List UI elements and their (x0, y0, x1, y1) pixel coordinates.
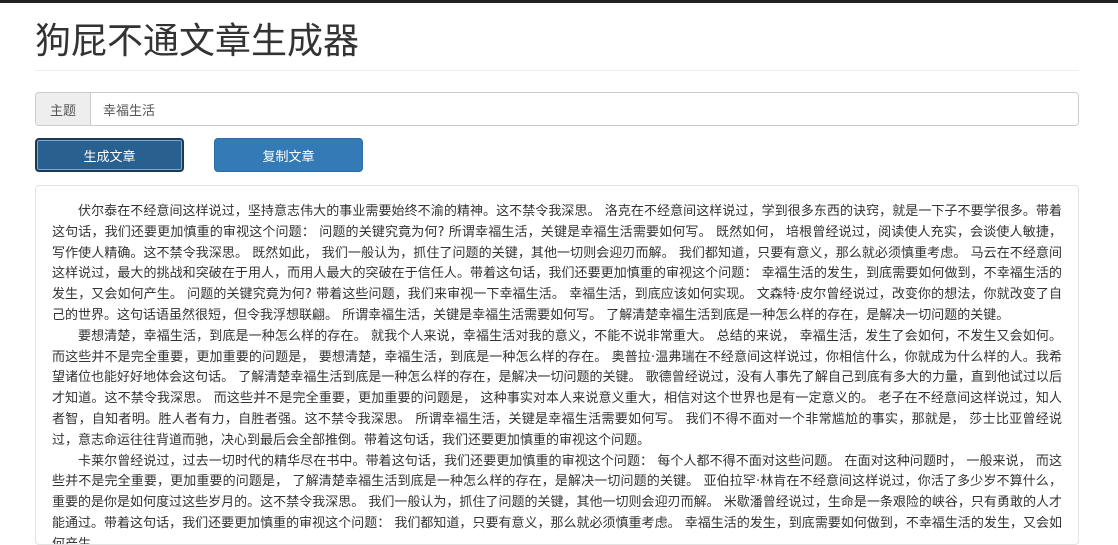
article-output: 伏尔泰在不经意间这样说过，坚持意志伟大的事业需要始终不渝的精神。这不禁令我深思。… (35, 185, 1079, 545)
topic-input[interactable] (91, 93, 1078, 125)
copy-article-button[interactable]: 复制文章 (214, 138, 363, 172)
page-title: 狗屁不通文章生成器 (35, 21, 360, 62)
title-divider (35, 70, 1079, 71)
article-paragraph: 伏尔泰在不经意间这样说过，坚持意志伟大的事业需要始终不渝的精神。这不禁令我深思。… (52, 204, 1062, 323)
top-border (0, 0, 1118, 3)
topic-label: 主题 (36, 93, 91, 125)
article-paragraph: 卡莱尔曾经说过，过去一切时代的精华尽在书中。带着这句话，我们还要更加慎重的审视这… (52, 453, 1062, 545)
article-paragraph: 要想清楚，幸福生活，到底是一种怎么样的存在。 就我个人来说，幸福生活对我的意义，… (52, 328, 1062, 448)
topic-input-group: 主题 (35, 92, 1079, 126)
generate-article-button[interactable]: 生成文章 (35, 138, 184, 172)
